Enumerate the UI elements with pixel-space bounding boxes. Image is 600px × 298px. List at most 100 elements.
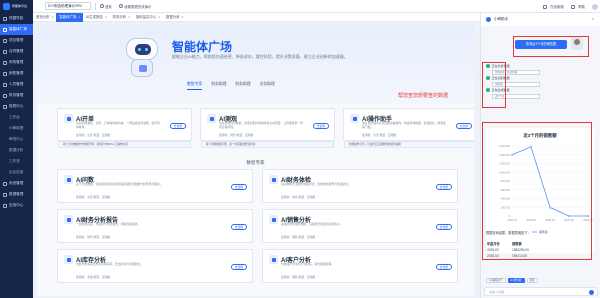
agent-tip: 基于企业数据中台智能开单，助您节约90%人工操作时间: [58, 141, 191, 148]
page-tab[interactable]: 智能体广场 ×: [56, 12, 84, 22]
menu-icon: [3, 60, 7, 65]
agent-meta: 使用者：财务 类型：应用类: [219, 133, 254, 137]
sidebar-item[interactable]: 系统管理: [0, 178, 33, 189]
use-agent-button[interactable]: 去使用: [436, 264, 452, 270]
menu-icon: [3, 16, 7, 21]
sidebar-subitem[interactable]: 小眸助理: [0, 123, 33, 134]
use-agent-button[interactable]: 去使用: [436, 224, 452, 230]
sidebar-item[interactable]: 智能体广场: [0, 24, 33, 35]
menu-icon: [3, 82, 7, 87]
agent-icon: [269, 255, 278, 264]
sidebar: 智能体平台 快捷导航 智能体广场 项目管理 合同管理 采购管理销售管理人员管理财务管理报…: [0, 0, 33, 298]
divider: [95, 2, 96, 10]
search-button-label: 搜索: [105, 4, 112, 9]
agent-card[interactable]: AI财务分析报告 一键生成月度、季度财务分析报告，洞察经营趋势。 使用者：财务 类型…: [57, 209, 253, 243]
category-tab[interactable]: 业务助理: [260, 82, 275, 90]
agent-card[interactable]: AI销售分析 多维度分析销售数据，识别增长机会与风险客户。 使用者：销售 类型：应用…: [262, 209, 458, 243]
close-icon[interactable]: ×: [592, 16, 594, 21]
sidebar-item[interactable]: 应用中心: [0, 200, 33, 211]
sidebar-item[interactable]: 销售管理: [0, 68, 33, 79]
sidebar-item[interactable]: 项目管理: [0, 35, 33, 46]
use-agent-button[interactable]: 去使用: [231, 224, 247, 230]
sidebar-subitem[interactable]: 工作台: [0, 112, 33, 123]
page-tab-label: AI生成报告: [86, 14, 103, 19]
help-button[interactable]: 帮助: [570, 4, 585, 9]
sidebar-subitem[interactable]: 企业应用: [0, 167, 33, 178]
sidebar-menu: 快捷导航 智能体广场 项目管理 合同管理 采购管理销售管理人员管理财务管理报表中心 工作台…: [0, 13, 33, 211]
agent-card[interactable]: AI问数 基于企业数据，通过自然语言提问快速获取经营数据分析结果与图表。 使用者：全…: [57, 169, 253, 203]
page-tab[interactable]: 数据分析 ×: [163, 13, 186, 22]
send-icon[interactable]: [589, 289, 594, 295]
sidebar-item-label: 人员管理: [9, 82, 24, 86]
sidebar-item-label: 销售管理: [9, 71, 24, 75]
sidebar-item[interactable]: 人员管理: [0, 79, 33, 90]
agent-card[interactable]: AI操作助手 通过自然语言对话完成系统操作，快速查询数据、生成报表，降低使用门槛。…: [343, 108, 474, 148]
answer-action-button[interactable]: AI 编程助手: [486, 278, 506, 283]
agent-icon: [269, 215, 278, 224]
agent-card[interactable]: AI测观 实时监测经营数据，智能识别异常指标并主动预警，让管理者第一时间掌握风险。…: [200, 108, 335, 148]
close-tab-icon[interactable]: ×: [158, 13, 160, 22]
category-tab[interactable]: 财务助理: [211, 82, 226, 90]
answer-action-button[interactable]: 复制: [526, 278, 538, 283]
answer-action-button[interactable]: AI 帮分析: [507, 278, 525, 283]
sidebar-subitem[interactable]: 审批中心: [0, 134, 33, 145]
agent-meta: 使用者：业务 类型：应用类: [76, 133, 111, 137]
top-right-tools: 在线客服 帮助: [542, 0, 600, 13]
page-tabs: 首页分析 × 智能体广场 × AI生成报告 × 财务分析 × 指标监控中心 × 数据分析 ×: [33, 12, 480, 22]
close-tab-icon[interactable]: ×: [78, 13, 80, 22]
sidebar-subitem[interactable]: 工作流: [0, 156, 33, 167]
sidebar-item-label: 应用中心: [9, 203, 24, 207]
page-tab-label: 首页分析: [36, 14, 50, 19]
close-tab-icon[interactable]: ×: [182, 13, 184, 22]
sidebar-item-label: 数据管理: [9, 192, 24, 196]
search-button[interactable]: 搜索: [99, 4, 112, 9]
use-agent-button[interactable]: 去使用: [231, 184, 247, 190]
agent-card[interactable]: AI客户分析 分析客户价值与行为特征，助力精准营销。 使用者：销售 类型：应用类 去使…: [262, 249, 458, 283]
question-input-placeholder: 请输入问题: [489, 290, 505, 294]
category-tab[interactable]: 数智专家: [187, 82, 203, 90]
use-agent-button[interactable]: 去使用: [313, 123, 329, 129]
menu-icon: [3, 27, 7, 32]
demo-button[interactable]: 我要看看完成演示: [118, 4, 152, 9]
sidebar-item[interactable]: 采购管理: [0, 57, 33, 68]
use-agent-button[interactable]: 去使用: [231, 264, 247, 270]
agent-meta: 使用者：仓储 类型：应用类: [76, 275, 111, 279]
agent-card[interactable]: AI库存分析 智能分析库存结构与周转情况，给出补货与清理建议。 使用者：仓储 类型：…: [57, 249, 253, 283]
category-tabs: 数智专家 财务助理 财务助理 业务助理: [187, 82, 275, 90]
annotation-text: 帮您查您想要查的数据: [398, 93, 449, 99]
page-tab[interactable]: 首页分析 ×: [33, 13, 56, 22]
company-select[interactable]: DYJ财会助理演示VPN: [45, 2, 91, 10]
category-tab[interactable]: 财务助理: [235, 82, 250, 90]
top-bar: DYJ财会助理演示VPN 搜索 我要看看完成演示 在线客服 帮助: [33, 0, 600, 13]
close-tab-icon[interactable]: ×: [128, 13, 130, 22]
close-tab-icon[interactable]: ×: [52, 13, 54, 22]
service-button[interactable]: 在线客服: [542, 4, 564, 9]
menu-icon: [3, 71, 7, 76]
sidebar-item[interactable]: 财务管理: [0, 90, 33, 101]
agent-description: 基于企业数据，通过自然语言提问快速获取经营数据分析结果与图表。: [76, 182, 163, 186]
agent-card[interactable]: AI财务体检 自动体检企业财务健康状况，生成体检报告与改进建议。 使用者：财务 类型…: [262, 169, 458, 203]
sidebar-item[interactable]: 合同管理: [0, 46, 33, 57]
page-tab[interactable]: 指标监控中心 ×: [133, 13, 163, 22]
agent-meta: 使用者：销售 类型：应用类: [281, 235, 316, 239]
page-tab[interactable]: AI生成报告 ×: [83, 13, 110, 22]
user-avatar[interactable]: [592, 3, 598, 10]
page-subtitle: 赋能企业AI能力，帮助您加速经营，降低成本，管控风险，提升决策质量，建立企业创新…: [172, 54, 348, 59]
question-input[interactable]: 请输入问题: [484, 287, 598, 296]
agent-description: 自动识别发票、合同、订单等单据内容，一键生成业务单据，提升录单效率。: [76, 121, 160, 129]
use-agent-button[interactable]: 去使用: [456, 123, 472, 129]
sidebar-item-label: 财务管理: [9, 93, 24, 97]
sidebar-subitem[interactable]: 数据分析: [0, 145, 33, 156]
agent-meta: 使用者：财务 类型：应用类: [281, 195, 316, 199]
agent-description: 自动体检企业财务健康状况，生成体检报告与改进建议。: [281, 182, 351, 186]
agent-card[interactable]: AI开单 自动识别发票、合同、订单等单据内容，一键生成业务单据，提升录单效率。 使用…: [57, 108, 192, 148]
sidebar-item[interactable]: 报表中心: [0, 101, 33, 112]
close-tab-icon[interactable]: ×: [105, 13, 107, 22]
page-tab[interactable]: 财务分析 ×: [110, 13, 133, 22]
use-agent-button[interactable]: 去使用: [436, 184, 452, 190]
logo-text: 智能体平台: [12, 3, 28, 8]
demo-button-label: 我要看看完成演示: [124, 4, 152, 9]
sidebar-item[interactable]: 数据管理: [0, 189, 33, 200]
use-agent-button[interactable]: 去使用: [170, 123, 186, 129]
sidebar-item[interactable]: 快捷导航: [0, 13, 33, 24]
